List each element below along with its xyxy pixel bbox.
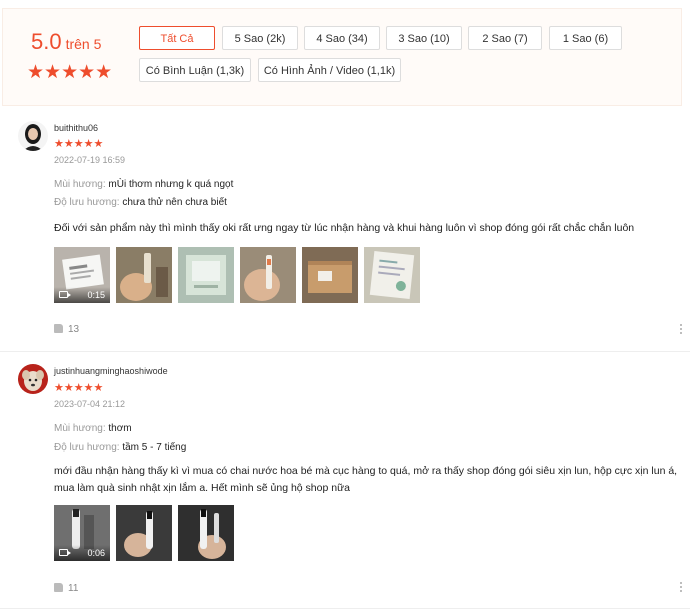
filter-all-button[interactable]: Tất Cả — [139, 26, 215, 50]
thumbs-up-icon — [54, 324, 63, 333]
review-divider — [0, 351, 690, 352]
review-image-thumbnail[interactable] — [116, 505, 172, 561]
avatar[interactable] — [18, 364, 48, 394]
review-image-thumbnail[interactable] — [364, 247, 420, 303]
more-options-icon[interactable] — [680, 324, 683, 336]
filter-3-star-button[interactable]: 3 Sao (10) — [386, 26, 462, 50]
attr-label: Mùi hương: — [54, 179, 106, 190]
filter-with-media-button[interactable]: Có Hình Ảnh / Video (1,1k) — [258, 58, 401, 82]
rating-score: 5.0 — [31, 29, 62, 54]
attr-value: tầm 5 - 7 tiếng — [122, 442, 187, 453]
review-video-thumbnail[interactable]: 0:15 — [54, 247, 110, 303]
review-text: mới đầu nhận hàng thấy kì vì mua có chai… — [54, 465, 678, 494]
like-button[interactable]: 13 — [54, 324, 79, 335]
attr-value: mÙi thơm nhưng k quá ngọt — [108, 179, 234, 190]
review-attr-longevity: Độ lưu hương: tầm 5 - 7 tiếng — [54, 442, 186, 453]
video-camera-icon — [59, 549, 71, 556]
review-image-thumbnail[interactable] — [302, 247, 358, 303]
attr-label: Độ lưu hương: — [54, 197, 120, 208]
review-image-thumbnail[interactable] — [116, 247, 172, 303]
video-badge: 0:06 — [54, 545, 110, 561]
review-date: 2023-07-04 21:12 — [54, 399, 126, 409]
review-stars-icon: ★★★★★ — [54, 138, 104, 150]
avatar[interactable] — [18, 121, 48, 151]
review-attr-longevity: Độ lưu hương: chưa thử nên chưa biết — [54, 197, 227, 208]
review-image-thumbnail[interactable] — [178, 505, 234, 561]
attr-label: Mùi hương: — [54, 423, 106, 434]
average-rating: 5.0 trên 5 — [31, 29, 101, 55]
review-date: 2022-07-19 16:59 — [54, 155, 126, 165]
filter-2-star-button[interactable]: 2 Sao (7) — [468, 26, 542, 50]
like-count: 13 — [68, 324, 80, 335]
review-divider — [0, 608, 690, 609]
review-attr-scent: Mùi hương: thơm — [54, 423, 132, 434]
filter-with-comment-button[interactable]: Có Bình Luận (1,3k) — [139, 58, 251, 82]
rating-stars-icon: ★★★★★ — [27, 62, 113, 83]
review-text: Đối với sản phẩm này thì mình thấy oki r… — [54, 222, 635, 234]
review-username[interactable]: buithithu06 — [54, 123, 98, 133]
thumbs-up-icon — [54, 583, 63, 592]
attr-label: Độ lưu hương: — [54, 442, 120, 453]
attr-value: chưa thử nên chưa biết — [122, 197, 227, 208]
like-button[interactable]: 11 — [54, 583, 78, 594]
filter-4-star-button[interactable]: 4 Sao (34) — [304, 26, 380, 50]
filter-1-star-button[interactable]: 1 Sao (6) — [549, 26, 622, 50]
video-duration: 0:15 — [87, 290, 105, 300]
attr-value: thơm — [108, 423, 132, 434]
review-attr-scent: Mùi hương: mÙi thơm nhưng k quá ngọt — [54, 179, 233, 190]
rating-out-of: trên 5 — [65, 36, 102, 52]
review-username[interactable]: justinhuangminghaoshiwode — [54, 366, 168, 376]
like-count: 11 — [68, 583, 79, 594]
review-stars-icon: ★★★★★ — [54, 382, 104, 394]
video-camera-icon — [59, 291, 71, 298]
review-video-thumbnail[interactable]: 0:06 — [54, 505, 110, 561]
video-duration: 0:06 — [87, 548, 105, 558]
rating-summary: 5.0 trên 5 ★★★★★ Tất Cả 5 Sao (2k) 4 Sao … — [2, 8, 682, 106]
review-image-thumbnail[interactable] — [240, 247, 296, 303]
filter-5-star-button[interactable]: 5 Sao (2k) — [222, 26, 298, 50]
video-badge: 0:15 — [54, 287, 110, 303]
more-options-icon[interactable] — [680, 582, 683, 594]
review-image-thumbnail[interactable] — [178, 247, 234, 303]
